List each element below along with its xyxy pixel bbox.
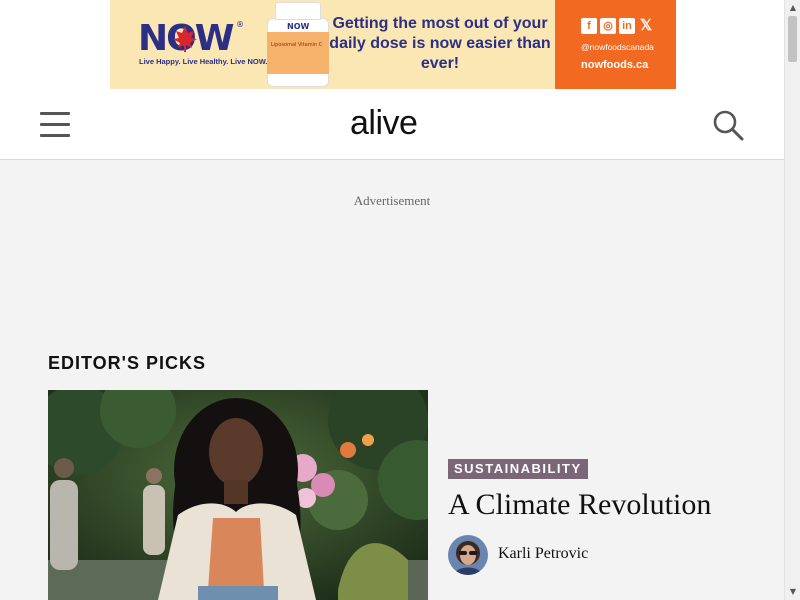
- top-ad-container: NOW ® Live Happy. Live Healthy. Live NOW…: [0, 0, 784, 94]
- search-icon[interactable]: [712, 109, 744, 141]
- scroll-up-arrow-icon[interactable]: ▲: [785, 0, 800, 16]
- bottle-text: Liposomal Vitamin C: [271, 42, 323, 48]
- instagram-icon[interactable]: ◎: [600, 18, 616, 34]
- maple-leaf-icon: [168, 24, 202, 54]
- scrollbar-thumb[interactable]: [788, 16, 797, 62]
- author-name[interactable]: Karli Petrovic: [498, 545, 588, 563]
- hamburger-menu-icon[interactable]: [40, 111, 70, 137]
- social-icons: f ◎ in 𝕏: [581, 18, 654, 34]
- article-headline[interactable]: A Climate Revolution: [448, 488, 711, 522]
- category-badge[interactable]: SUSTAINABILITY: [448, 459, 588, 479]
- now-logo: NOW: [138, 20, 240, 58]
- editors-picks-title: EDITOR'S PICKS: [48, 353, 206, 373]
- facebook-icon[interactable]: f: [581, 18, 597, 34]
- x-twitter-icon[interactable]: 𝕏: [638, 18, 654, 34]
- ad-headline: Getting the most out of your daily dose …: [329, 15, 551, 72]
- top-ad-banner[interactable]: NOW ® Live Happy. Live Healthy. Live NOW…: [110, 0, 676, 89]
- ad-website-link[interactable]: nowfoods.ca: [581, 59, 648, 71]
- advertisement-label: Advertisement: [353, 193, 431, 208]
- site-logo[interactable]: alive: [350, 104, 418, 143]
- site-header: alive: [0, 94, 784, 160]
- author-avatar[interactable]: [448, 535, 488, 575]
- registered-mark: ®: [236, 20, 244, 29]
- bottle-brand: NOW: [287, 22, 310, 31]
- vertical-scrollbar[interactable]: ▲ ▼: [784, 0, 800, 600]
- linkedin-icon[interactable]: in: [619, 18, 635, 34]
- social-handle: @nowfoodscanada: [581, 42, 654, 52]
- ad-social-panel: f ◎ in 𝕏 @nowfoodscanada nowfoods.ca: [555, 0, 676, 89]
- brand-tagline: Live Happy. Live Healthy. Live NOW.: [139, 57, 268, 66]
- bottle-cap: [275, 2, 321, 20]
- scroll-down-arrow-icon[interactable]: ▼: [785, 584, 800, 600]
- featured-article-image[interactable]: [48, 390, 428, 600]
